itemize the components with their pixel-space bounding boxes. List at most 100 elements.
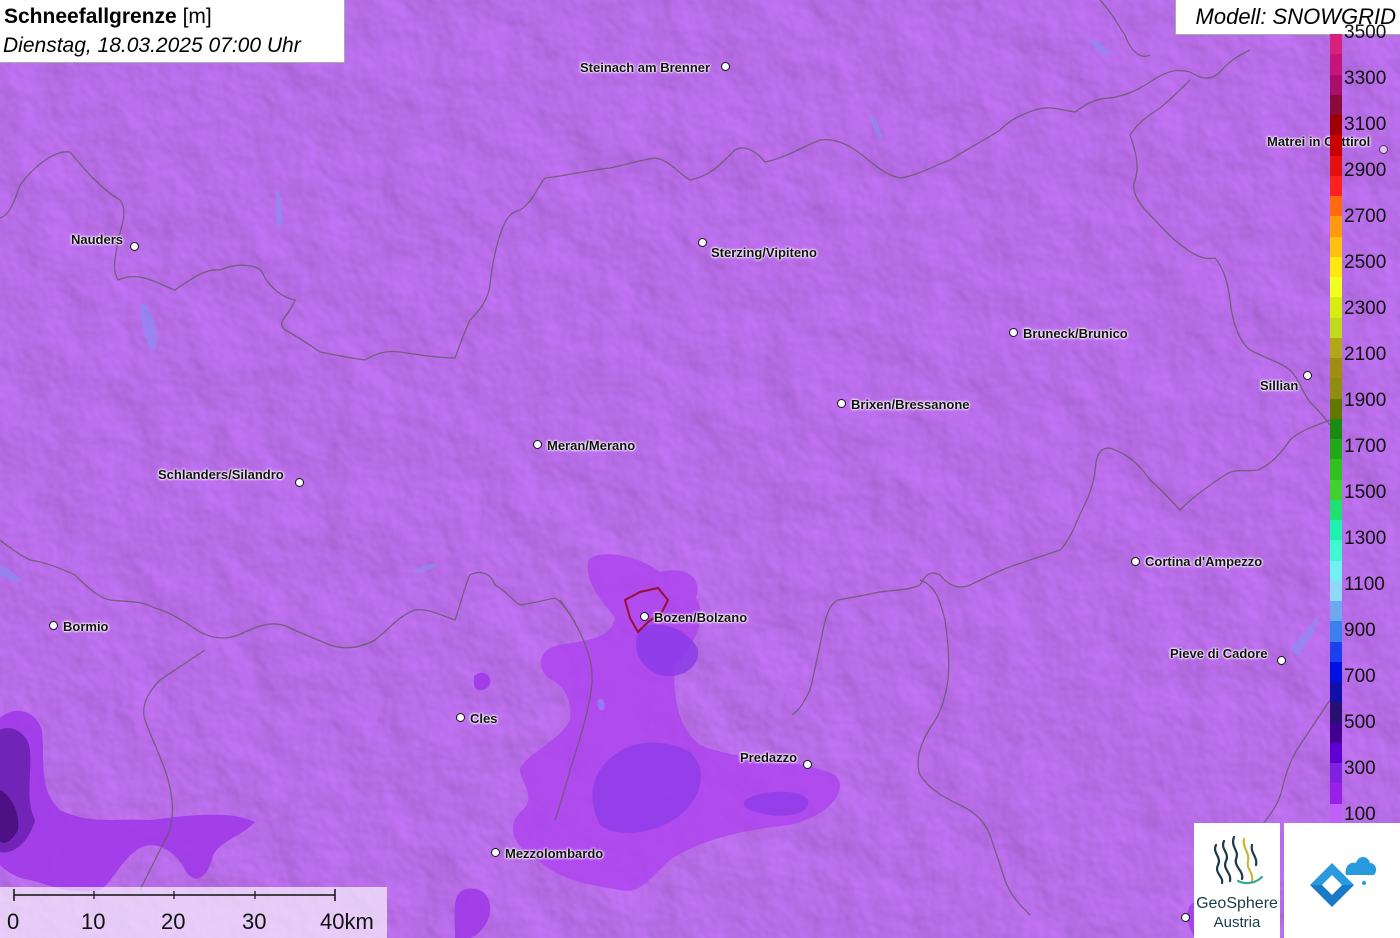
legend-label: 1700 [1344,436,1387,457]
legend-label: 2300 [1344,298,1387,319]
scale-bar: 0 10 20 30 40km [0,887,387,938]
legend-label: 3100 [1344,114,1387,135]
legend-swatch [1330,459,1342,480]
city-dot-cles[interactable] [456,713,465,722]
map-title: Schneefallgrenze [m] [4,5,212,28]
map-datetime: Dienstag, 18.03.2025 07:00 Uhr [3,34,301,57]
legend-swatch [1330,317,1342,338]
legend-swatch [1330,94,1342,115]
city-dot-unnamed[interactable] [1181,913,1190,922]
city-label-predazzo: Predazzo [740,750,798,765]
legend-swatch [1330,702,1342,723]
city-dot-bormio[interactable] [49,621,58,630]
legend-swatch [1330,742,1342,763]
geosphere-icon [1214,835,1264,885]
city-dot-sterzing[interactable] [698,238,707,247]
city-dot-predazzo[interactable] [803,760,812,769]
legend-label: 300 [1344,758,1376,779]
legend-swatch [1330,580,1342,601]
scale-label-0: 0 [7,909,20,934]
legend-swatch [1330,783,1342,804]
partner-logo[interactable] [1284,823,1400,938]
legend-swatch [1330,115,1342,136]
city-dot-bruneck[interactable] [1009,328,1018,337]
city-dot-nauders[interactable] [130,242,139,251]
legend-label: 2100 [1344,344,1387,365]
scale-label-20: 20 [161,909,186,934]
legend-swatch [1330,601,1342,622]
legend-swatch [1330,155,1342,176]
legend-label: 1500 [1344,482,1387,503]
legend-swatch [1330,398,1342,419]
city-dot-cortina[interactable] [1131,557,1140,566]
legend-swatch [1330,337,1342,358]
legend-label: 900 [1344,620,1376,641]
color-legend [1330,34,1342,824]
city-label-sillian: Sillian [1260,378,1299,393]
geosphere-logo[interactable]: GeoSphere Austria [1194,823,1280,938]
scale-label-30: 30 [242,909,267,934]
city-dot-steinach[interactable] [721,62,730,71]
legend-swatch [1330,196,1342,217]
city-label-bozen: Bozen/Bolzano [654,610,748,625]
legend-swatch [1330,378,1342,399]
city-label-bruneck: Bruneck/Brunico [1023,326,1128,341]
city-label-mezzolombardo: Mezzolombardo [505,846,604,861]
legend-label: 3500 [1344,22,1387,43]
legend-label: 3300 [1344,68,1387,89]
city-dot-bozen[interactable] [640,612,649,621]
legend-label: 2900 [1344,160,1387,181]
legend-swatch [1330,74,1342,95]
city-dot-schlanders[interactable] [295,478,304,487]
city-label-cles: Cles [470,711,498,726]
legend-swatch [1330,682,1342,703]
legend-swatch [1330,803,1342,824]
city-dot-meran[interactable] [533,440,542,449]
city-label-sterzing: Sterzing/Vipiteno [711,245,817,260]
city-dot-mezzolombardo[interactable] [491,848,500,857]
city-dot-matrei[interactable] [1379,145,1388,154]
legend-swatch [1330,175,1342,196]
legend-swatch [1330,418,1342,439]
legend-swatch [1330,358,1342,379]
legend-swatch [1330,256,1342,277]
legend-swatch [1330,236,1342,257]
city-label-meran: Meran/Merano [547,438,636,453]
scale-label-10: 10 [81,909,106,934]
legend-swatch [1330,277,1342,298]
legend-label: 1100 [1344,574,1385,595]
legend-swatch [1330,722,1342,743]
city-label-matrei: Matrei in Osttirol [1267,134,1371,149]
legend-swatch [1330,34,1342,55]
title-box: Schneefallgrenze [m] Dienstag, 18.03.202… [0,0,345,63]
legend-swatch [1330,560,1342,581]
legend-swatch [1330,661,1342,682]
legend-label: 1900 [1344,390,1387,411]
legend-swatch [1330,135,1342,156]
legend-swatch [1330,54,1342,75]
scale-label-40km: 40km [320,909,374,934]
legend-label: 2500 [1344,252,1387,273]
city-label-nauders: Nauders [71,232,124,247]
city-label-pieve: Pieve di Cadore [1170,646,1268,661]
snow-weather-icon [1310,857,1377,907]
city-label-bormio: Bormio [63,619,109,634]
legend-swatch [1330,297,1342,318]
city-dot-brixen[interactable] [837,399,846,408]
legend-swatch [1330,641,1342,662]
legend-label: 700 [1344,666,1376,687]
legend-swatch [1330,763,1342,784]
legend-swatch [1330,540,1342,561]
geosphere-country: Austria [1213,914,1261,931]
city-label-brixen: Brixen/Bressanone [851,397,970,412]
city-dot-sillian[interactable] [1303,371,1312,380]
legend-swatch [1330,216,1342,237]
city-label-schlanders: Schlanders/Silandro [158,467,284,482]
city-label-cortina: Cortina d'Ampezzo [1145,554,1263,569]
legend-swatch [1330,479,1342,500]
legend-swatch [1330,499,1342,520]
legend-label: 2700 [1344,206,1387,227]
legend-swatch [1330,621,1342,642]
city-dot-pieve[interactable] [1277,656,1286,665]
legend-label: 1300 [1344,528,1387,549]
